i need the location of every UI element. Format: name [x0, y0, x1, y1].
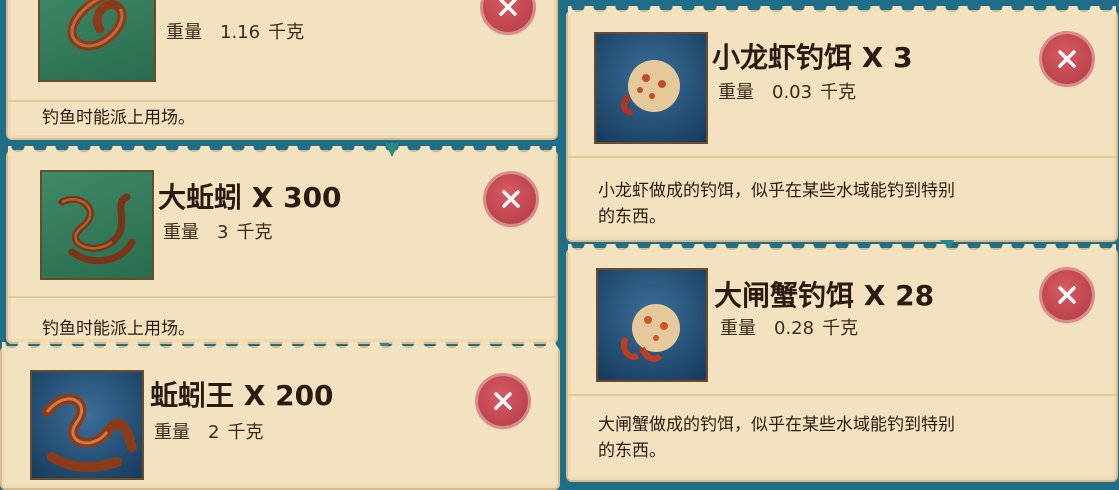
discard-x-icon	[499, 0, 517, 16]
divider	[568, 156, 1116, 158]
item-card-earthworm-king[interactable]: 蚯蚓王 X 200 重量 2 千克	[0, 342, 560, 490]
item-name: 大闸蟹钓饵 X 28	[714, 279, 935, 312]
item-card-crayfish-bait[interactable]: 小龙虾钓饵 X 3 重量 0.03 千克 小龙虾做成的钓饵，似乎在某些水域能钓到特别…	[566, 6, 1118, 242]
item-description: 钓鱼时能派上用场。	[42, 319, 195, 339]
item-description: 钓鱼时能派上用场。	[42, 108, 195, 128]
discard-x-icon	[502, 190, 520, 208]
item-weight: 重量 2 千克	[154, 422, 264, 443]
item-card-big-earthworm[interactable]: 大蚯蚓 X 300 重量 3 千克 钓鱼时能派上用场。	[6, 146, 558, 344]
item-weight: 重量 0.03 千克	[718, 82, 857, 103]
discard-button[interactable]	[486, 174, 536, 224]
crab-bait-icon	[596, 268, 708, 382]
item-name: 大蚯蚓 X 300	[158, 181, 342, 214]
discard-x-icon	[1058, 286, 1076, 304]
earthworm-king-icon	[30, 370, 144, 480]
discard-button[interactable]	[1042, 270, 1092, 320]
item-name: 蚯蚓王 X 200	[150, 379, 334, 412]
border-spike	[385, 143, 399, 157]
discard-x-icon	[1058, 50, 1076, 68]
item-name: 小龙虾钓饵 X 3	[712, 41, 913, 74]
item-card-top-left[interactable]: 重量 1.16 千克 钓鱼时能派上用场。	[6, 0, 558, 140]
item-description: 大闸蟹做成的钓饵，似乎在某些水域能钓到特别 的东西。	[598, 415, 955, 461]
item-weight: 重量 3 千克	[163, 222, 273, 243]
divider	[568, 394, 1116, 396]
item-card-crab-bait[interactable]: 大闸蟹钓饵 X 28 重量 0.28 千克 大闸蟹做成的钓饵，似乎在某些水域能钓到特…	[566, 244, 1118, 482]
worm-icon	[38, 0, 156, 82]
item-weight: 重量 1.16 千克	[166, 22, 305, 43]
discard-button[interactable]	[1042, 34, 1092, 84]
divider	[8, 100, 556, 102]
divider	[8, 296, 556, 298]
discard-x-icon	[494, 392, 512, 410]
earthworm-icon	[40, 170, 154, 280]
crayfish-bait-icon	[594, 32, 708, 144]
item-description: 小龙虾做成的钓饵，似乎在某些水域能钓到特别 的东西。	[598, 181, 955, 227]
discard-button[interactable]	[483, 0, 533, 32]
discard-button[interactable]	[478, 376, 528, 426]
item-weight: 重量 0.28 千克	[720, 318, 859, 339]
